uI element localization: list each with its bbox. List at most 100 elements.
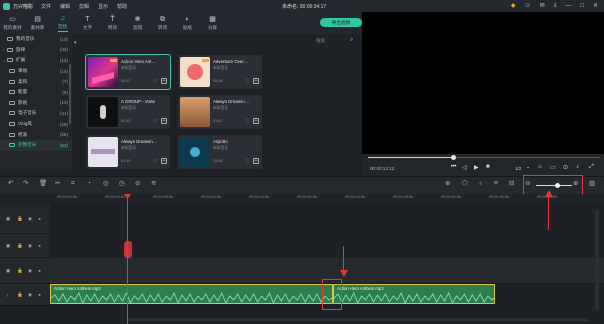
export-button[interactable]: 导出视频	[320, 18, 362, 27]
timeline-vertical-scrollbar[interactable]	[595, 210, 599, 310]
tab-audio[interactable]: ♫ 音频	[50, 12, 75, 34]
audio-clip[interactable]: Action Hero Anthem.mp3	[50, 284, 333, 304]
tab-stickers[interactable]: ◐ 贴纸	[175, 12, 200, 34]
category-item[interactable]: Vlog风 (29)	[0, 119, 72, 130]
search-input[interactable]: 搜索 ⌕	[316, 37, 356, 46]
category-item[interactable]: ⌄ 扩展 (13)	[0, 55, 72, 66]
account-icon[interactable]: ☺	[525, 3, 531, 9]
favorite-icon[interactable]: ♡	[153, 79, 157, 85]
mixer-icon[interactable]: ≡	[494, 180, 498, 188]
stop-icon[interactable]: ■	[486, 164, 490, 170]
category-item-active[interactable]: 完整音乐 (83)	[0, 139, 72, 151]
category-item[interactable]: › 旋律 (32)	[0, 45, 72, 56]
playhead[interactable]	[127, 194, 129, 324]
timeline-horizontal-scrollbar[interactable]	[128, 318, 588, 321]
menu-clip[interactable]: 剪辑	[79, 3, 89, 10]
scrubber-handle[interactable]	[451, 155, 456, 160]
marker-icon[interactable]: ⬠	[462, 180, 468, 188]
volume-icon[interactable]: ♪	[576, 164, 579, 170]
search-icon[interactable]: ⌕	[350, 37, 353, 44]
minimize-icon[interactable]: —	[565, 3, 571, 9]
favorite-icon[interactable]: ♡	[153, 119, 157, 125]
tab-split-screen[interactable]: ▦ 分屏	[200, 12, 225, 34]
step-back-icon[interactable]: ◁	[462, 164, 467, 171]
tab-my-media[interactable]: ▭ 我的素材	[0, 12, 25, 34]
snapshot-icon[interactable]: ⊙	[563, 164, 568, 171]
audio-clip[interactable]: Action Hero Anthem.mp3	[333, 284, 495, 304]
prev-frame-icon[interactable]: ⏮	[451, 164, 456, 171]
category-scrollbar[interactable]	[69, 64, 71, 124]
snap-icon[interactable]: ⊕	[445, 180, 450, 188]
tab-transitions[interactable]: ⧉ 转场	[150, 12, 175, 34]
tab-filters[interactable]: ❀ 滤镜	[125, 12, 150, 34]
add-icon[interactable]: +	[253, 118, 259, 124]
timeline-settings-icon[interactable]: ▥	[589, 180, 595, 188]
download-icon[interactable]: ⤓	[554, 2, 557, 9]
menu-edit[interactable]: 编辑	[60, 3, 70, 10]
zoom-slider[interactable]	[536, 185, 572, 187]
split-track-icon[interactable]: ⊟	[509, 180, 514, 188]
add-icon[interactable]: +	[161, 78, 167, 84]
lock-icon[interactable]: 🔒	[17, 268, 23, 274]
timeline-ruler[interactable]	[50, 194, 604, 204]
tab-effects[interactable]: T̃ 特效	[100, 12, 125, 34]
preview-quality[interactable]: 1/2	[515, 166, 521, 171]
lock-icon[interactable]: 🔒	[17, 292, 23, 298]
favorite-icon[interactable]: ♡	[245, 159, 249, 165]
menu-view[interactable]: 显示	[98, 3, 108, 10]
filter-icon[interactable]: ▾	[74, 40, 78, 47]
speed-icon[interactable]: ◎	[103, 180, 109, 188]
redo-icon[interactable]: ↷	[23, 180, 28, 188]
premium-icon[interactable]: ◆	[511, 2, 516, 9]
eye-icon[interactable]: ◉	[28, 243, 32, 249]
color-icon[interactable]: ◔	[87, 180, 91, 188]
audio-card[interactable]: Adventure Over… 未知音乐 00:38 ♡ +	[178, 55, 262, 89]
mute-icon[interactable]: ◂	[38, 216, 40, 222]
favorite-icon[interactable]: ♡	[245, 79, 249, 85]
preview-player[interactable]	[362, 12, 604, 154]
zoom-in-icon[interactable]: ⊕	[573, 180, 578, 188]
audio-card[interactable]: A GROUP - Vorte 未知音乐 02:33 ♡ +	[86, 95, 170, 129]
audio-settings-icon[interactable]: ≋	[151, 180, 156, 188]
favorite-icon[interactable]: ♡	[153, 159, 157, 165]
lock-icon[interactable]: 🔒	[17, 243, 23, 249]
audio-card[interactable]: Anjiritto 未知音乐 02:55 ♡ +	[178, 135, 262, 169]
mic-icon[interactable]: ♁	[478, 180, 483, 188]
category-item[interactable]: 电子音乐 (11)	[0, 108, 72, 119]
audio-card[interactable]: Action Hero Ant… 未知音乐 02:07 ♡ +	[85, 54, 171, 90]
zoom-out-icon[interactable]: ⊖	[525, 180, 530, 188]
lock-icon[interactable]: 🔒	[17, 216, 23, 222]
category-item[interactable]: 幸福 (14)	[0, 66, 72, 77]
close-icon[interactable]: ✕	[593, 2, 598, 9]
category-item[interactable]: 摇滚 (25)	[0, 129, 72, 140]
audio-card[interactable]: Always Dreamin… 未知音乐 01:19 ♡ +	[86, 135, 170, 169]
eye-icon[interactable]: ◉	[28, 268, 32, 274]
favorite-icon[interactable]: ♡	[245, 119, 249, 125]
mute-icon[interactable]: ◂	[38, 243, 40, 249]
playhead-marker[interactable]	[124, 241, 132, 258]
mute-icon[interactable]: ◂	[38, 268, 40, 274]
fullscreen-icon[interactable]: ⤢	[589, 164, 594, 171]
monitor-icon[interactable]: ▭	[550, 164, 556, 171]
menu-file[interactable]: 文件	[41, 3, 51, 10]
timer-icon[interactable]: ◷	[119, 180, 125, 188]
undo-icon[interactable]: ↶	[8, 180, 13, 188]
mute-icon[interactable]: ◂	[38, 292, 40, 298]
play-icon[interactable]: ▶	[474, 164, 479, 171]
maximize-icon[interactable]: □	[580, 3, 584, 9]
delete-icon[interactable]: 🗑	[39, 180, 47, 188]
category-item[interactable]: 影视 (13)	[0, 98, 72, 109]
add-icon[interactable]: +	[253, 158, 259, 164]
add-icon[interactable]: +	[161, 118, 167, 124]
category-item[interactable]: 柔和 (7)	[0, 76, 72, 87]
category-item[interactable]: 能量 (6)	[0, 87, 72, 98]
crop-icon[interactable]: ⌗	[71, 180, 75, 188]
tab-stock-media[interactable]: ▤ 素材库	[25, 12, 50, 34]
dropdown-icon[interactable]: ⌄	[526, 164, 530, 170]
cut-icon[interactable]: ✂	[55, 180, 60, 188]
audio-card[interactable]: Always Dreamin… 未知音乐 01:57 ♡ +	[178, 95, 262, 129]
add-icon[interactable]: +	[161, 158, 167, 164]
eye-icon[interactable]: ◉	[28, 292, 32, 298]
stabilize-icon[interactable]: ⊘	[135, 180, 140, 188]
category-item[interactable]: 我的音乐 (13)	[0, 34, 72, 45]
